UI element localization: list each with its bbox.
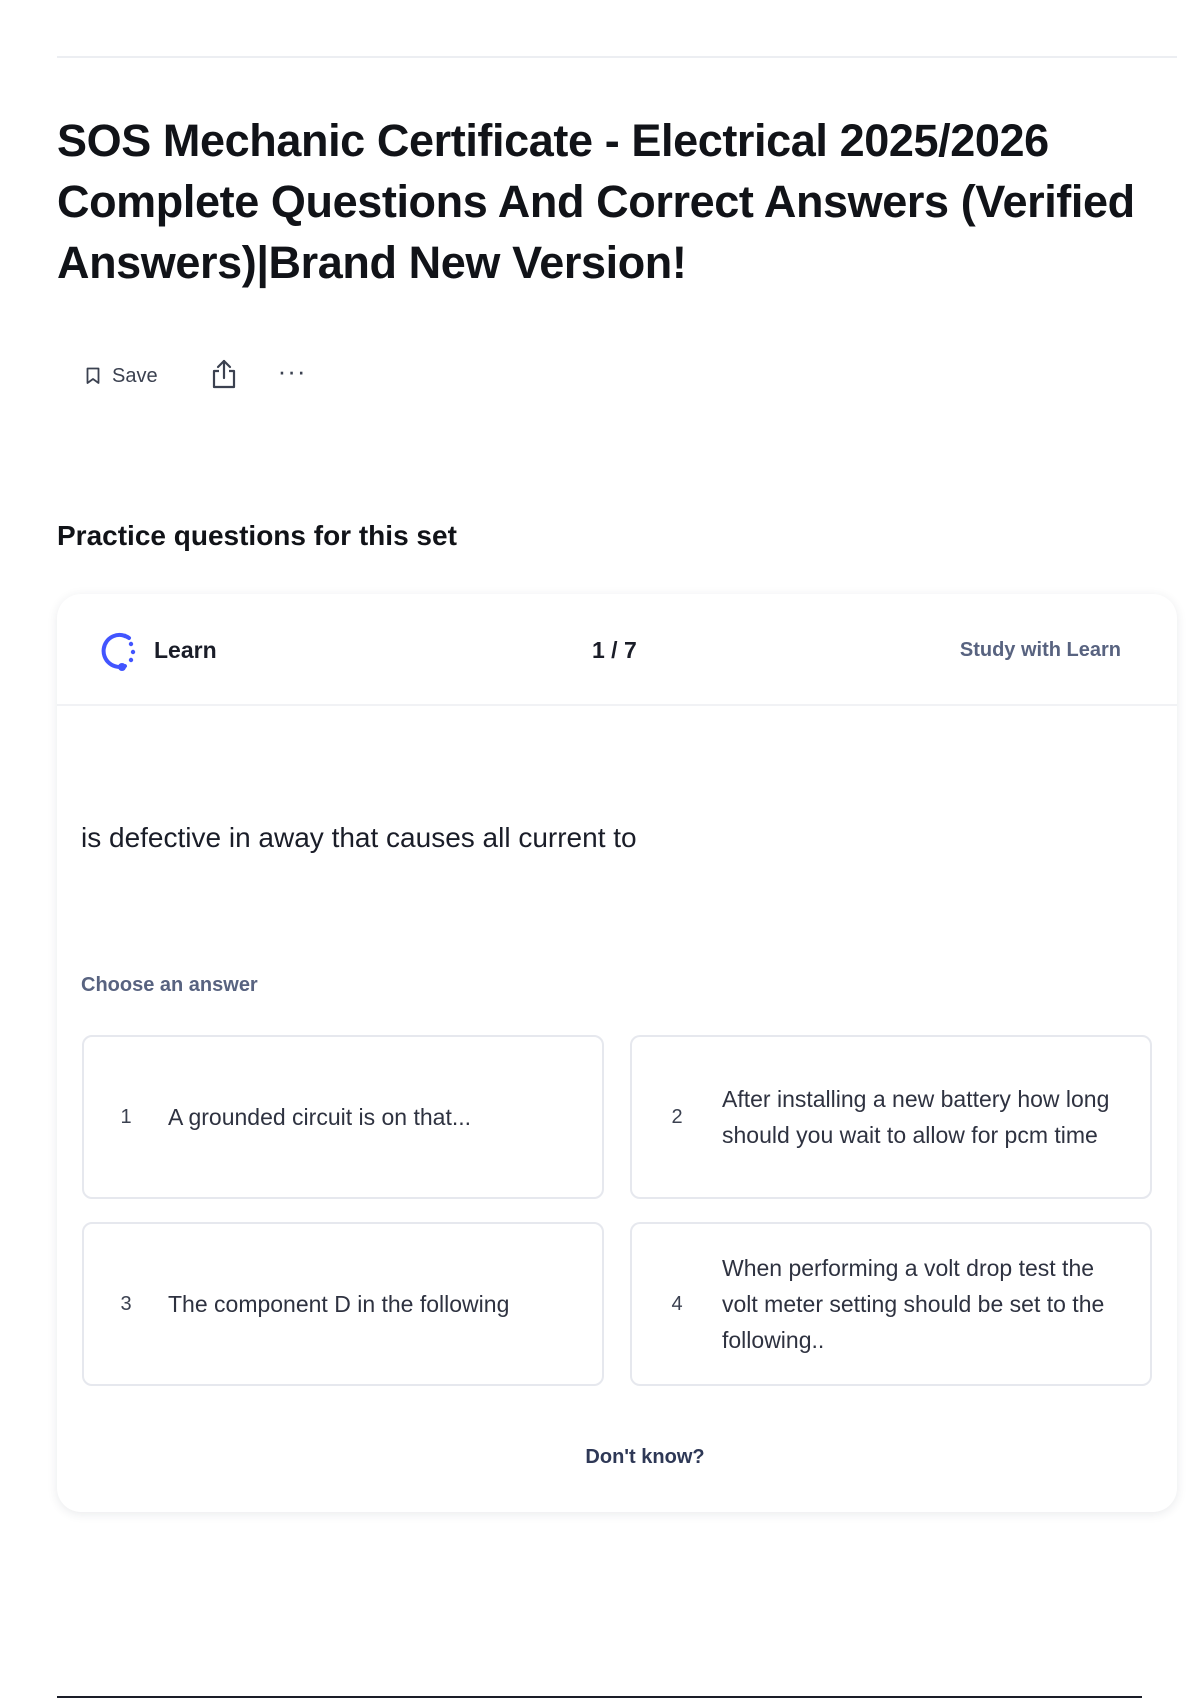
bookmark-icon (86, 367, 100, 385)
answer-option-3[interactable]: 3 The component D in the following (82, 1222, 604, 1386)
more-icon: ··· (277, 356, 307, 386)
study-with-learn-link[interactable]: Study with Learn (960, 639, 1121, 662)
save-label: Save (112, 364, 158, 387)
answer-option-1[interactable]: 1 A grounded circuit is on that... (82, 1035, 604, 1199)
answer-text: When performing a volt drop test the vol… (722, 1255, 1105, 1353)
answer-text: A grounded circuit is on that... (168, 1104, 472, 1130)
action-bar: Save ··· (86, 356, 307, 396)
page: SOS Mechanic Certificate - Electrical 20… (0, 0, 1200, 1700)
share-button[interactable] (210, 358, 238, 395)
answer-text: The component D in the following (168, 1291, 510, 1317)
answer-number: 3 (120, 1292, 132, 1315)
mode-label: Learn (154, 637, 217, 663)
more-button[interactable]: ··· (278, 358, 307, 394)
answer-option-4[interactable]: 4 When performing a volt drop test the v… (630, 1222, 1152, 1386)
card-header: Learn 1 / 7 Study with Learn (57, 594, 1177, 706)
choose-answer-label: Choose an answer (81, 974, 258, 996)
section-heading: Practice questions for this set (57, 520, 457, 551)
progress-counter: 1 / 7 (592, 637, 637, 663)
save-button[interactable]: Save (86, 365, 158, 388)
answer-text: After installing a new battery how long … (722, 1086, 1110, 1148)
question-text: is defective in away that causes all cur… (81, 822, 637, 853)
dont-know-button[interactable]: Don't know? (585, 1446, 704, 1469)
answer-option-2[interactable]: 2 After installing a new battery how lon… (630, 1035, 1152, 1199)
dont-know-container: Don't know? (57, 1446, 1177, 1469)
practice-card: Learn 1 / 7 Study with Learn is defectiv… (57, 594, 1177, 1512)
learn-icon (95, 630, 139, 679)
top-divider (57, 56, 1177, 58)
answer-number: 2 (671, 1105, 683, 1128)
bottom-divider (57, 1696, 1142, 1698)
page-title: SOS Mechanic Certificate - Electrical 20… (57, 115, 1135, 288)
answer-number: 1 (120, 1105, 132, 1128)
share-icon (210, 358, 238, 395)
answer-number: 4 (671, 1292, 683, 1315)
